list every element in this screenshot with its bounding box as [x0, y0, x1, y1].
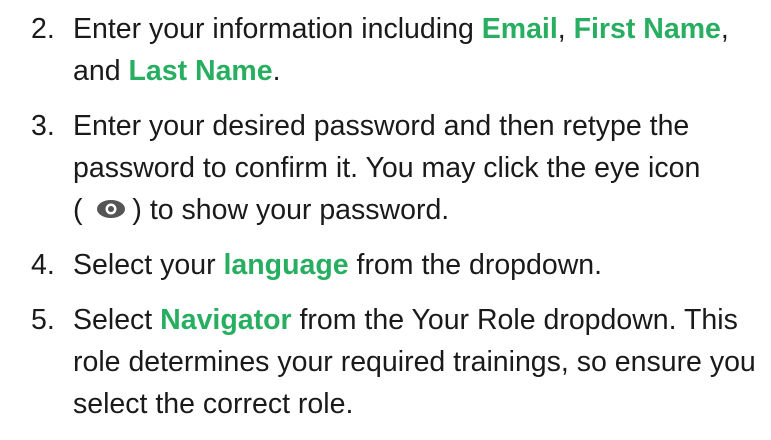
step-3: 3. Enter your desired password and then … — [0, 105, 771, 231]
last-name-label: Last Name — [128, 55, 273, 87]
step-4: 4. Select your language from the dropdow… — [0, 244, 771, 286]
step-text: Select your — [73, 249, 224, 281]
step-number: 5. — [31, 304, 55, 336]
step-text: ) to show your password. — [132, 194, 450, 226]
eye-icon — [97, 200, 126, 219]
navigator-label: Navigator — [160, 304, 292, 336]
step-5: 5. Select Navigator from the Your Role d… — [0, 299, 771, 425]
instruction-steps: 2. Enter your information including Emai… — [0, 0, 771, 425]
step-text: ( — [73, 194, 91, 226]
step-text: from the dropdown. — [348, 249, 603, 281]
step-number: 2. — [31, 13, 55, 45]
email-label: Email — [481, 13, 558, 45]
step-text: . — [272, 55, 281, 87]
step-text: Enter your desired password and then ret… — [73, 110, 701, 184]
language-label: language — [223, 249, 349, 281]
first-name-label: First Name — [573, 13, 721, 45]
step-number: 4. — [31, 249, 55, 281]
step-2: 2. Enter your information including Emai… — [0, 8, 771, 92]
step-number: 3. — [31, 110, 55, 142]
step-text: Enter your information including — [73, 13, 482, 45]
step-text: , — [720, 13, 737, 45]
step-text: Select — [73, 304, 161, 336]
step-text: and — [73, 55, 129, 87]
step-text: , — [557, 13, 574, 45]
